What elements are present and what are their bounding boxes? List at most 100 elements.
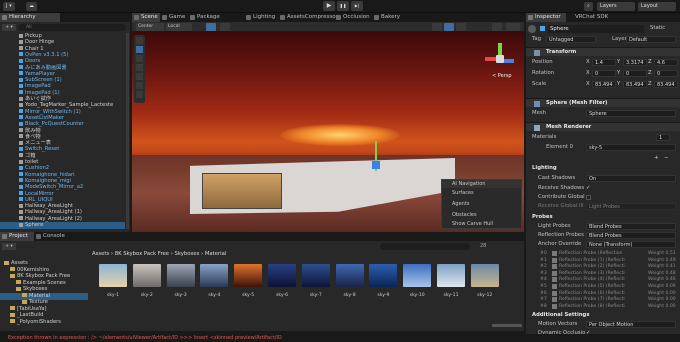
- tab-hierarchy[interactable]: Hierarchy: [0, 13, 60, 22]
- move-tool-icon[interactable]: [136, 46, 143, 53]
- material-thumbnail[interactable]: [301, 264, 330, 287]
- material-thumbnail[interactable]: [166, 264, 195, 287]
- mesh-field[interactable]: Sphere: [586, 110, 676, 117]
- receive-shadows-checkbox[interactable]: ✓: [586, 184, 590, 193]
- material-thumbnail[interactable]: [470, 264, 499, 287]
- persp-label[interactable]: < Persp: [492, 73, 512, 79]
- search-button[interactable]: ⌕: [584, 2, 593, 11]
- material-thumbnail[interactable]: [99, 264, 127, 287]
- transform-position-x-field[interactable]: 1.4: [592, 59, 616, 66]
- draw-mode-button[interactable]: [432, 23, 442, 31]
- layout-dropdown[interactable]: Layout: [638, 2, 676, 11]
- probes-header[interactable]: Probes: [526, 213, 680, 222]
- tab-scene-3[interactable]: Lighting: [244, 13, 278, 22]
- camera-settings-button[interactable]: [492, 23, 502, 31]
- pivot-dropdown[interactable]: Center: [136, 23, 164, 31]
- contribute-gi-checkbox[interactable]: [586, 195, 591, 200]
- breadcrumb-skyboxes[interactable]: Skyboxes: [175, 251, 200, 257]
- console-status-bar[interactable]: Exception thrown in expression : /> ~/el…: [0, 334, 680, 342]
- show-carve-hull-toggle[interactable]: Show Carve Hull: [452, 221, 493, 227]
- lighting-header[interactable]: Lighting: [526, 164, 680, 173]
- rect-tool-icon[interactable]: [136, 73, 143, 80]
- tab-scene-2[interactable]: Package Manager: [188, 13, 244, 29]
- custom-tool-icon[interactable]: [136, 91, 143, 98]
- account-button[interactable]: J ▾: [3, 2, 15, 11]
- cast-shadows-dropdown[interactable]: On: [586, 175, 676, 182]
- step-button[interactable]: ▶|: [351, 1, 363, 11]
- overlay-agents[interactable]: Agents: [452, 201, 469, 207]
- tab-inspector[interactable]: Inspector: [526, 13, 566, 22]
- material-label[interactable]: sky-1: [97, 293, 129, 298]
- material-label[interactable]: sky-6: [266, 293, 298, 298]
- materials-row[interactable]: Materials 1: [526, 133, 680, 142]
- mesh-filter-header[interactable]: Sphere (Mesh Filter): [526, 98, 680, 107]
- motion-vectors-dropdown[interactable]: Per Object Motion: [586, 321, 676, 328]
- hierarchy-add-button[interactable]: + ▾: [2, 24, 16, 31]
- 2d-toggle-button[interactable]: [444, 23, 454, 31]
- hierarchy-item[interactable]: Sphere: [0, 222, 125, 229]
- transform-scale-y-field[interactable]: 83.494: [623, 81, 647, 88]
- material-thumbnail[interactable]: [234, 264, 263, 287]
- material-thumbnail[interactable]: [403, 264, 432, 287]
- move-handle-center[interactable]: [372, 161, 380, 169]
- lighting-toggle-button[interactable]: [456, 23, 466, 31]
- add-icon[interactable]: +: [654, 154, 658, 163]
- breadcrumb-material[interactable]: Material: [205, 251, 227, 257]
- transform-scale-z-field[interactable]: 83.494: [654, 81, 678, 88]
- additional-settings-header[interactable]: Additional Settings: [526, 311, 680, 320]
- material-label[interactable]: sky-4: [198, 293, 230, 298]
- material-thumbnail[interactable]: [200, 264, 229, 287]
- tab-scene-4[interactable]: AssetsCompressor: [278, 13, 338, 22]
- rotate-tool-icon[interactable]: [136, 55, 143, 62]
- transform-position-z-field[interactable]: 4.6: [654, 59, 678, 66]
- reflection-probes-dropdown[interactable]: Blend Probes: [586, 232, 676, 239]
- hierarchy-search-input[interactable]: All: [18, 24, 126, 31]
- transform-rotation-z-field[interactable]: 0: [654, 70, 678, 77]
- layer-dropdown[interactable]: Default: [626, 36, 676, 43]
- light-probes-dropdown[interactable]: Blend Probes: [586, 223, 676, 230]
- layers-dropdown[interactable]: Layers: [597, 2, 635, 11]
- tab-scene-6[interactable]: Bakery: [372, 13, 402, 22]
- project-folder-item[interactable]: _PolyomiShaders: [0, 319, 88, 326]
- breadcrumb-assets[interactable]: Assets: [92, 251, 109, 257]
- mesh-renderer-header[interactable]: Mesh Renderer: [526, 122, 680, 131]
- breadcrumb-skybox-pack[interactable]: 8K Skybox Pack Free: [115, 251, 169, 257]
- object-name-field[interactable]: Sphere: [548, 25, 644, 33]
- material-label[interactable]: sky-11: [435, 293, 467, 298]
- transform-rotation-y-field[interactable]: 0: [623, 70, 647, 77]
- play-button[interactable]: ▶: [323, 1, 335, 11]
- transform-scale-x-field[interactable]: 83.494: [592, 81, 616, 88]
- materials-count[interactable]: 1: [656, 134, 670, 141]
- material-thumbnail[interactable]: [132, 264, 161, 287]
- material-thumbnail[interactable]: [268, 264, 296, 287]
- transform-tool-icon[interactable]: [136, 82, 143, 89]
- material-label[interactable]: sky-2: [131, 293, 163, 298]
- tab-console[interactable]: Console: [34, 232, 68, 241]
- material-thumbnail[interactable]: [437, 264, 465, 287]
- scale-tool-icon[interactable]: [136, 64, 143, 71]
- space-dropdown[interactable]: Local: [166, 23, 192, 31]
- material-label[interactable]: sky-7: [300, 293, 332, 298]
- pause-button[interactable]: ❚❚: [337, 1, 349, 11]
- scene-orientation-gizmo[interactable]: < Persp: [484, 43, 516, 83]
- tab-project[interactable]: Project: [0, 232, 34, 241]
- thumbnail-size-slider[interactable]: [492, 324, 522, 327]
- tab-scene-5[interactable]: Occlusion: [334, 13, 372, 22]
- hand-tool-icon[interactable]: [136, 37, 143, 44]
- static-toggle[interactable]: Static: [650, 24, 665, 33]
- material-label[interactable]: sky-8: [334, 293, 366, 298]
- grid-snap-button[interactable]: [206, 23, 216, 31]
- material-thumbnail[interactable]: [335, 264, 364, 287]
- transform-position-y-field[interactable]: 3.3174: [623, 59, 647, 66]
- material-label[interactable]: sky-10: [401, 293, 433, 298]
- element0-field[interactable]: sky-5: [586, 144, 676, 151]
- transform-header[interactable]: Transform: [526, 47, 680, 56]
- tag-dropdown[interactable]: Untagged: [546, 36, 596, 43]
- material-label[interactable]: sky-5: [232, 293, 264, 298]
- tab-vrchat-sdk[interactable]: VRChat SDK: [566, 13, 610, 22]
- project-add-button[interactable]: + ▾: [2, 243, 16, 250]
- tab-scene-1[interactable]: Game: [160, 13, 188, 22]
- overlay-surfaces[interactable]: Surfaces: [452, 190, 474, 196]
- gizmos-button[interactable]: [506, 23, 520, 31]
- overlay-obstacles[interactable]: Obstacles: [452, 212, 477, 218]
